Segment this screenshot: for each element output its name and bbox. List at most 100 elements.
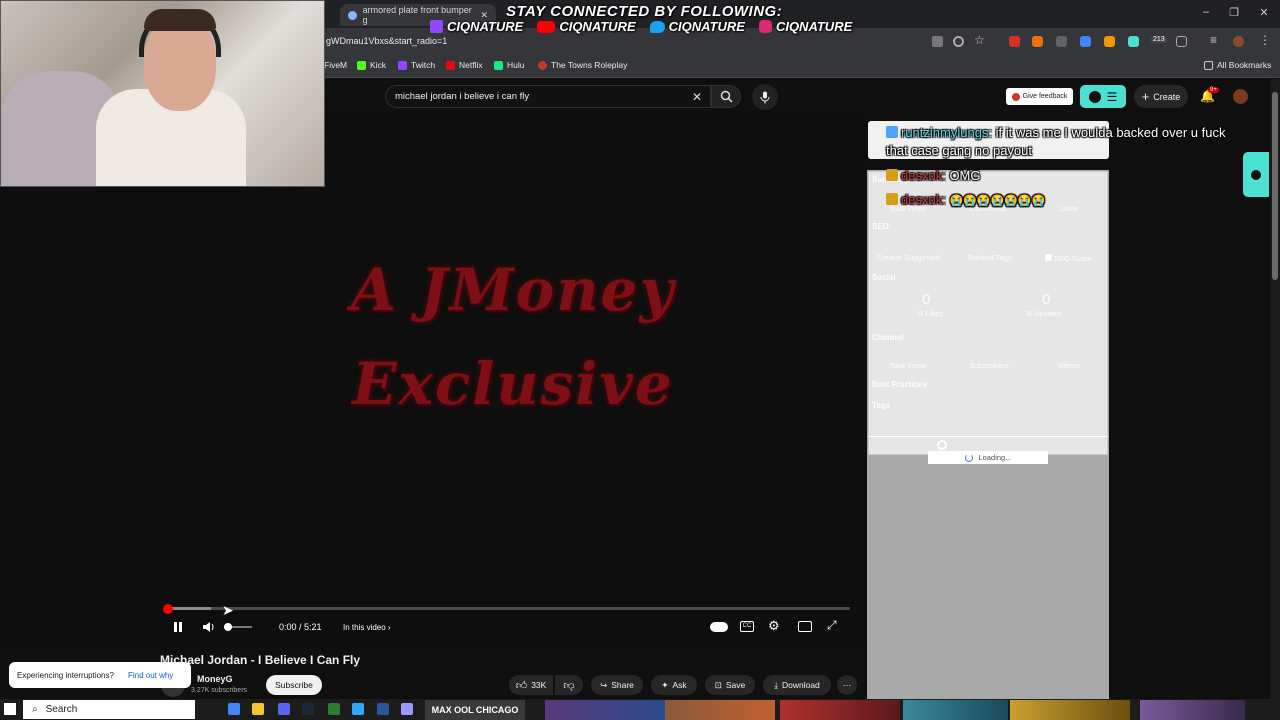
chat-badge-icon — [886, 193, 898, 205]
best-practices-heading[interactable]: Best Practices — [872, 380, 927, 389]
feedback-label: Give feedback — [1022, 93, 1068, 100]
social-upvotes-label: ⊛ Upvotes — [1026, 309, 1062, 318]
extension-icon[interactable] — [1056, 36, 1067, 47]
find-out-why-link[interactable]: Find out why — [128, 671, 173, 680]
taskbar-thumbnail[interactable] — [545, 700, 665, 720]
voice-search-button[interactable] — [752, 84, 778, 110]
extension-icon[interactable] — [1009, 36, 1020, 47]
bookmark-twitch[interactable]: Twitch — [398, 60, 435, 70]
pause-button[interactable] — [173, 619, 183, 635]
youtube-handle: CIQNATURE — [537, 19, 636, 34]
taskbar-thumbnail[interactable] — [1140, 700, 1245, 720]
steam-taskbar-icon[interactable] — [302, 703, 314, 715]
taskbar-thumbnail[interactable] — [903, 700, 1008, 720]
like-count: 33K — [531, 680, 547, 690]
seo-heading[interactable]: SEO — [872, 222, 889, 231]
share-icon: ↪ — [600, 679, 608, 690]
twitch-icon — [430, 20, 443, 33]
search-button[interactable] — [711, 85, 741, 108]
twitter-handle: CIQNATURE — [649, 19, 745, 34]
scrubber-handle[interactable] — [163, 604, 173, 614]
download-label: Download — [781, 680, 820, 690]
autoplay-toggle[interactable] — [710, 622, 728, 632]
microphone-icon — [760, 91, 770, 103]
taskbar-thumbnail[interactable]: MAX OOL CHICAGO — [425, 700, 525, 720]
taskbar-thumbnail[interactable] — [665, 700, 775, 720]
subscribe-button[interactable]: Subscribe — [266, 675, 322, 695]
theater-mode-icon[interactable] — [798, 621, 812, 632]
loading-label: Loading... — [978, 453, 1012, 462]
explorer-taskbar-icon[interactable] — [252, 703, 264, 715]
in-this-video-button[interactable]: In this video › — [343, 619, 391, 635]
share-button[interactable]: ↪ Share — [591, 675, 643, 695]
progress-bar[interactable] — [167, 607, 850, 610]
chat-message: desxok: OMG — [886, 167, 981, 184]
seo-col: Ranked Tags — [968, 253, 1012, 262]
account-avatar[interactable] — [1233, 89, 1248, 104]
all-bookmarks[interactable]: All Bookmarks — [1204, 60, 1271, 70]
scrollbar-thumb[interactable] — [1272, 92, 1278, 280]
extension-icon[interactable] — [1080, 36, 1091, 47]
channel-col: Videos — [1057, 361, 1080, 370]
tubebuddy-menu-button[interactable]: ☰ — [1080, 85, 1126, 108]
minimize-icon[interactable]: – — [1196, 6, 1216, 18]
channel-heading[interactable]: Channel — [872, 333, 904, 342]
loading-indicator: Loading... — [928, 451, 1048, 464]
tags-heading[interactable]: Tags — [872, 401, 890, 410]
video-overlay-text-line2: Exclusive — [352, 350, 674, 418]
reading-list-icon[interactable]: ≡ — [1210, 33, 1217, 47]
volume-button[interactable] — [202, 619, 216, 635]
fullscreen-icon[interactable]: ⤢ — [827, 618, 837, 633]
discord-taskbar-icon[interactable] — [278, 703, 290, 715]
pause-icon — [174, 622, 182, 632]
taskbar-thumbnail[interactable] — [1010, 700, 1130, 720]
extensions-puzzle-icon[interactable] — [1176, 36, 1187, 47]
bookmark-towns-roleplay[interactable]: The Towns Roleplay — [538, 60, 627, 70]
create-button[interactable]: + Create — [1134, 85, 1188, 108]
feedback-icon — [1011, 92, 1020, 101]
windows-start-icon[interactable] — [4, 703, 16, 715]
app-taskbar-icon[interactable] — [377, 703, 389, 715]
extension-badge[interactable]: 213 — [1151, 36, 1167, 43]
social-upvotes-value: 0 — [1042, 291, 1051, 308]
settings-gear-icon[interactable]: ⚙ — [768, 618, 780, 634]
like-button[interactable]: 👍︎ 33K — [509, 675, 553, 695]
save-button[interactable]: ⊡ Save — [705, 675, 755, 695]
dislike-button[interactable]: 👎︎ — [555, 675, 583, 695]
bookmark-hulu[interactable]: Hulu — [494, 60, 524, 70]
save-label: Save — [725, 680, 746, 690]
more-actions-button[interactable]: ⋯ — [837, 675, 857, 695]
close-window-icon[interactable]: ✕ — [1254, 6, 1274, 19]
zoom-icon[interactable] — [953, 36, 964, 47]
search-input[interactable]: michael jordan i believe i can fly ✕ — [385, 85, 711, 108]
channel-name[interactable]: MoneyG — [197, 674, 233, 684]
star-icon[interactable]: ☆ — [974, 33, 985, 47]
chat-username: runtzinmylungs: — [901, 125, 993, 140]
ask-button[interactable]: ✦ Ask — [651, 675, 697, 695]
share-label: Share — [611, 680, 634, 690]
captions-icon[interactable]: CC — [740, 621, 754, 632]
download-button[interactable]: ⤓ Download — [763, 675, 831, 695]
clear-search-icon[interactable]: ✕ — [692, 90, 702, 104]
extension-icon[interactable] — [1032, 36, 1043, 47]
chrome-taskbar-icon[interactable] — [228, 703, 240, 715]
bookmark-fivem[interactable]: FiveM — [324, 60, 347, 70]
menu-icon[interactable]: ⋮ — [1259, 33, 1271, 47]
extension-icon[interactable] — [1104, 36, 1115, 47]
tubebuddy-side-tab[interactable] — [1243, 152, 1269, 197]
bookmark-kick[interactable]: Kick — [357, 60, 386, 70]
app-taskbar-icon[interactable] — [328, 703, 340, 715]
restore-icon[interactable]: ❐ — [1224, 6, 1244, 19]
photoshop-taskbar-icon[interactable] — [352, 703, 364, 715]
in-this-video-label: In this video — [343, 622, 386, 632]
extension-icon[interactable] — [1128, 36, 1139, 47]
premiere-taskbar-icon[interactable] — [401, 703, 413, 715]
profile-avatar[interactable] — [1233, 36, 1244, 47]
taskbar-thumbnail[interactable] — [780, 700, 900, 720]
thumbs-down-icon: 👎︎ — [563, 679, 575, 692]
taskbar-search[interactable]: ⌕ Search — [23, 700, 195, 719]
bookmark-netflix[interactable]: Netflix — [446, 60, 483, 70]
give-feedback-button[interactable]: Give feedback — [1006, 88, 1073, 105]
cast-icon[interactable] — [932, 36, 943, 47]
volume-handle[interactable] — [224, 623, 232, 631]
